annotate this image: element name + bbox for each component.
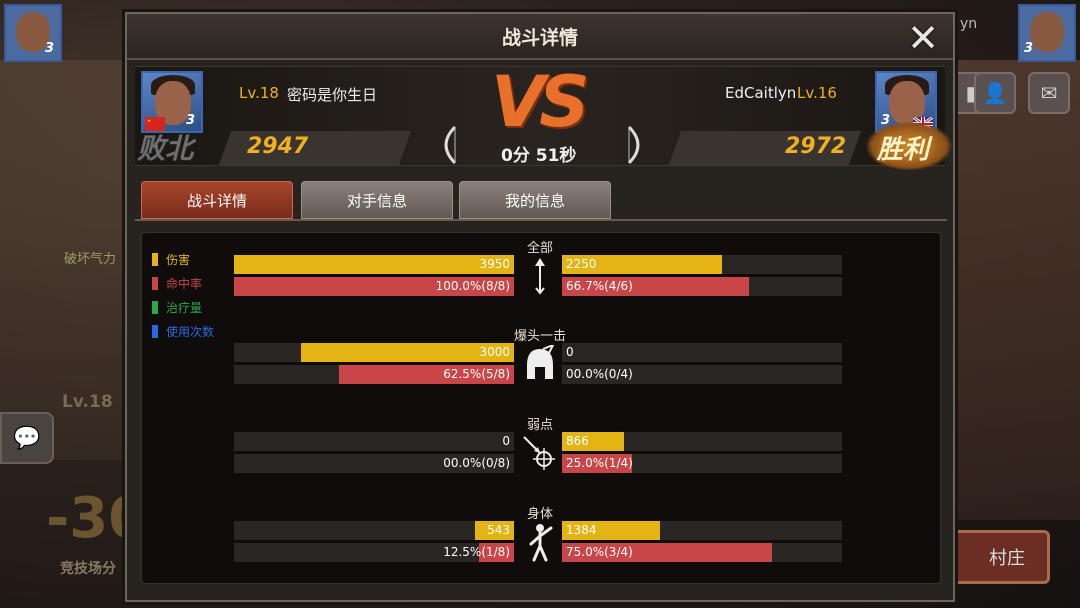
- add-friend-button[interactable]: 👤: [974, 72, 1016, 114]
- section-title: 弱点: [526, 418, 553, 433]
- bow-icon: [627, 125, 640, 165]
- tab-divider: [135, 219, 947, 221]
- crosshair-icon: [522, 432, 558, 474]
- player-damage-bar: 543: [234, 521, 514, 540]
- arrow-icon: [522, 255, 558, 297]
- hit-rate-value: 00.0%(0/4): [566, 367, 633, 381]
- player-damage-bar: 0: [234, 432, 514, 451]
- background-stat-label: 破坏气力: [64, 252, 117, 267]
- village-button[interactable]: 村庄: [946, 530, 1050, 584]
- background-arena-caption: 竞技场分: [60, 561, 116, 577]
- background-opponent-art: [940, 60, 1080, 520]
- battle-details-dialog: 战斗详情 ✕ 3 Lv.18 密码是你生日 2947 败北 VS 0分 51秒 …: [125, 12, 955, 602]
- player-rank: 3: [185, 113, 195, 128]
- section-title: 全部: [526, 241, 553, 256]
- opponent-hit-rate-bar: 66.7%(4/6): [562, 277, 842, 296]
- player-hit-rate-bar: 100.0%(8/8): [234, 277, 514, 296]
- opponent-score: 2972: [785, 134, 847, 159]
- opponent-damage-bar: 2250: [562, 255, 842, 274]
- opponent-name: EdCaitlyn: [725, 84, 797, 102]
- dialog-title: 战斗详情: [501, 26, 578, 49]
- defeat-label: 败北: [137, 132, 194, 165]
- background-opponent-name: yn: [960, 16, 978, 32]
- player-level: Lv.18: [239, 84, 279, 102]
- player-hit-rate-bar: 62.5%(5/8): [234, 365, 514, 384]
- damage-value: 543: [487, 523, 510, 537]
- body-icon: [522, 521, 558, 563]
- add-friend-icon: 👤: [982, 81, 1008, 105]
- damage-value: 2250: [566, 257, 597, 271]
- legend-item-damage: 伤害: [152, 247, 214, 271]
- stats-legend: 伤害 命中率 治疗量 使用次数: [152, 247, 214, 343]
- damage-value: 3000: [479, 345, 510, 359]
- player-name: 密码是你生日: [287, 86, 378, 104]
- background-player-avatar: 3: [4, 4, 62, 62]
- background-player-rank: 3: [44, 41, 54, 56]
- opponent-hit-rate-bar: 25.0%(1/4): [562, 454, 842, 473]
- hit-rate-value: 00.0%(0/8): [443, 456, 510, 470]
- player-avatar[interactable]: 3: [141, 71, 203, 133]
- versus-label: VS: [491, 61, 590, 143]
- section-title: 身体: [526, 507, 553, 522]
- chat-button[interactable]: 💬: [0, 412, 54, 464]
- match-summary: 3 Lv.18 密码是你生日 2947 败北 VS 0分 51秒 EdCaitl…: [135, 61, 953, 171]
- bar-fill: [234, 255, 514, 274]
- hit-rate-value: 25.0%(1/4): [566, 456, 633, 470]
- damage-value: 866: [566, 434, 589, 448]
- player-damage-bar: 3950: [234, 255, 514, 274]
- damage-value: 0: [566, 345, 574, 359]
- hit-rate-value: 66.7%(4/6): [566, 279, 633, 293]
- player-hit-rate-bar: 00.0%(0/8): [234, 454, 514, 473]
- damage-value: 0: [502, 434, 510, 448]
- hit-rate-value: 12.5%(1/8): [443, 545, 510, 559]
- hit-rate-value: 75.0%(3/4): [566, 545, 633, 559]
- battle-stats-panel: 伤害 命中率 治疗量 使用次数 全部 3950 100.0%(8/8) 2250 66.…: [141, 232, 941, 584]
- bow-icon: [444, 125, 457, 165]
- close-icon: ✕: [907, 16, 939, 60]
- helmet-icon: [522, 343, 558, 385]
- player-score: 2947: [247, 134, 309, 159]
- damage-value: 3950: [479, 257, 510, 271]
- tab-opponent-info[interactable]: 对手信息: [301, 181, 453, 219]
- tab-my-info[interactable]: 我的信息: [459, 181, 611, 219]
- legend-item-healing: 治疗量: [152, 295, 214, 319]
- background-opponent-avatar: 3: [1018, 4, 1076, 62]
- tab-battle-details[interactable]: 战斗详情: [141, 181, 293, 219]
- mail-icon: ✉: [1040, 81, 1058, 105]
- opponent-level: Lv.16: [797, 84, 837, 102]
- damage-value: 1384: [566, 523, 597, 537]
- opponent-hit-rate-bar: 00.0%(0/4): [562, 365, 842, 384]
- hit-rate-value: 62.5%(5/8): [443, 367, 510, 381]
- mail-button[interactable]: ✉: [1028, 72, 1070, 114]
- background-opponent-rank: 3: [1024, 41, 1034, 56]
- section-title: 爆头一击: [513, 329, 566, 344]
- opponent-damage-bar: 0: [562, 343, 842, 362]
- close-button[interactable]: ✕: [904, 19, 942, 57]
- legend-item-hit-rate: 命中率: [152, 271, 214, 295]
- hit-rate-value: 100.0%(8/8): [435, 279, 510, 293]
- player-damage-bar: 3000: [234, 343, 514, 362]
- opponent-damage-bar: 1384: [562, 521, 842, 540]
- player-hit-rate-bar: 12.5%(1/8): [234, 543, 514, 562]
- opponent-damage-bar: 866: [562, 432, 842, 451]
- legend-item-use-count: 使用次数: [152, 319, 214, 343]
- opponent-hit-rate-bar: 75.0%(3/4): [562, 543, 842, 562]
- dialog-title-bar: 战斗详情 ✕: [127, 14, 953, 60]
- chat-bubble-icon: 💬: [13, 425, 41, 451]
- match-duration: 0分 51秒: [501, 146, 577, 166]
- victory-label: 胜利: [877, 135, 930, 165]
- background-player-level: Lv.18: [62, 392, 113, 412]
